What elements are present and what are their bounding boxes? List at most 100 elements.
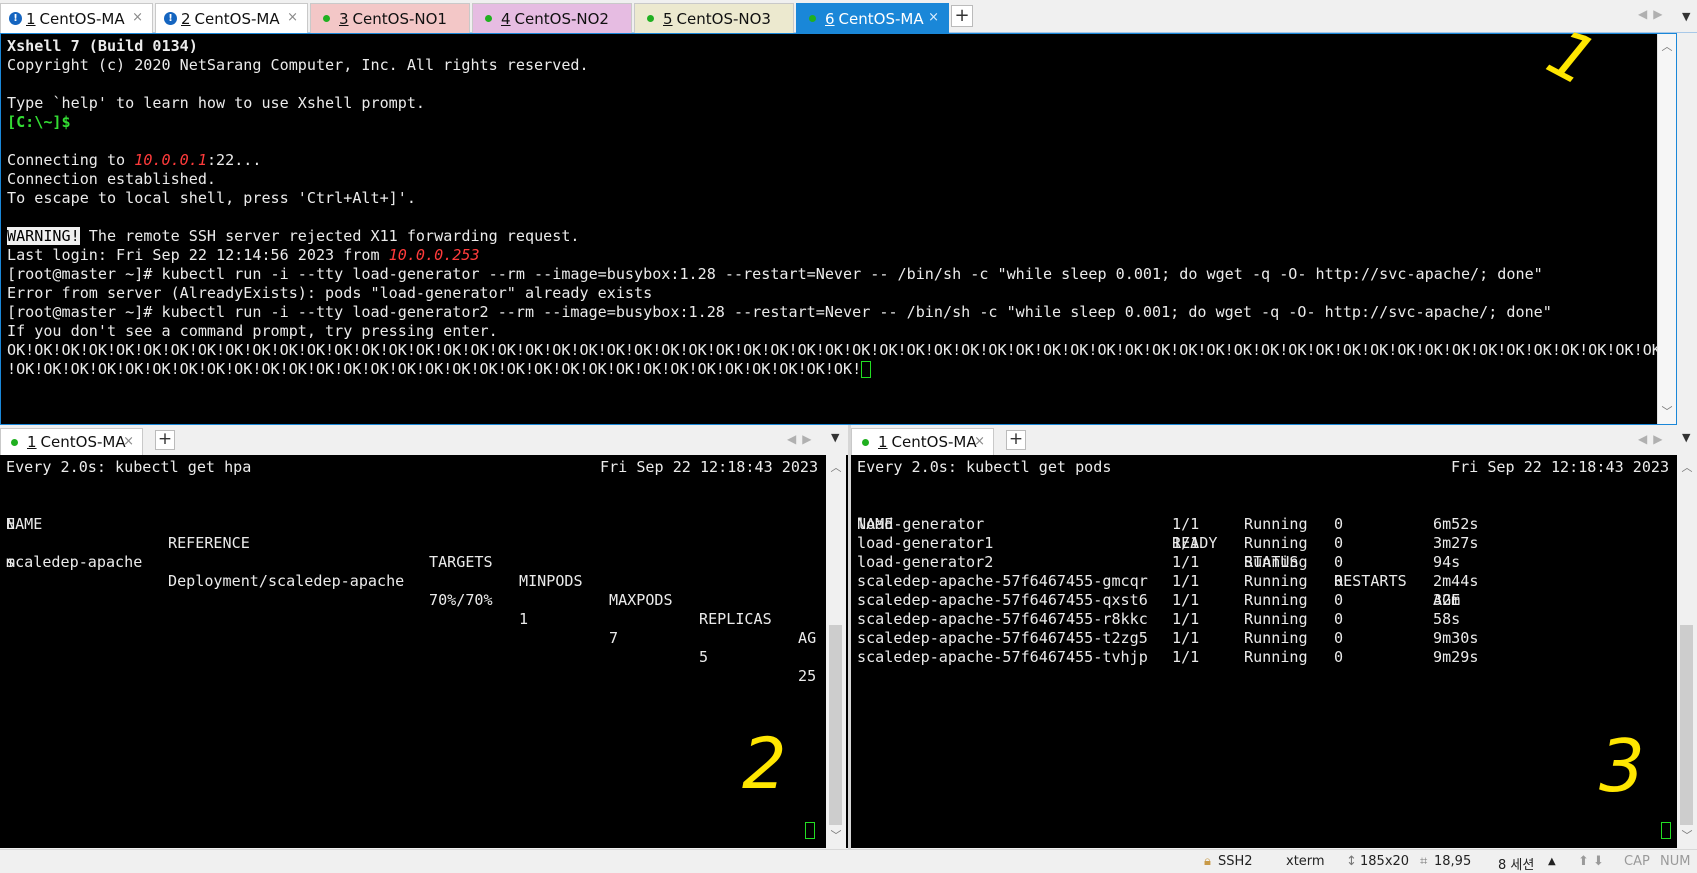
status-protocol: SSH2 xyxy=(1218,854,1253,869)
terminal-main[interactable]: Xshell 7 (Build 0134) Copyright (c) 2020… xyxy=(0,14,1677,425)
tab-number: 1 xyxy=(26,9,36,28)
status-cursor-position: 18,95 xyxy=(1434,854,1472,869)
xshell-version: Xshell 7 (Build 0134) xyxy=(7,37,198,55)
tab-number: 5 xyxy=(663,9,673,28)
new-tab-button[interactable]: + xyxy=(951,5,973,27)
scroll-thumb[interactable] xyxy=(1680,625,1693,825)
session-tab-bar: ! 1 CentOS-MA × ! 2 CentOS-MA × 3 CentOS… xyxy=(0,0,1697,33)
hint-line: If you don't see a command prompt, try p… xyxy=(7,322,498,340)
tab-label: CentOS-NO1 xyxy=(352,9,447,28)
session-tab-4[interactable]: 4 CentOS-NO2 xyxy=(472,3,632,33)
terminal-output: Every 2.0s: kubectl get hpa Fri Sep 22 12… xyxy=(6,458,819,685)
tab-list-dropdown-icon[interactable]: ▼ xyxy=(1682,10,1690,23)
tab-label: CentOS-MA xyxy=(40,433,126,451)
scroll-down-icon[interactable]: ﹀ xyxy=(826,826,846,845)
close-icon[interactable]: × xyxy=(287,10,298,25)
session-nav-arrows-icon[interactable]: ⬆ ⬇ xyxy=(1578,854,1604,869)
pane2-scrollbar[interactable]: ︿ ﹀ xyxy=(826,455,846,848)
session-tab-1[interactable]: ! 1 CentOS-MA × xyxy=(0,3,153,33)
connected-dot-icon xyxy=(323,15,330,22)
scroll-thumb[interactable] xyxy=(829,625,842,825)
connected-dot-icon xyxy=(485,15,492,22)
pane2-session-tab[interactable]: 1 CentOS-MA × xyxy=(0,428,143,455)
new-tab-button[interactable]: + xyxy=(155,430,175,450)
scroll-up-icon[interactable]: ︿ xyxy=(826,458,846,477)
warning-tag: WARNING! xyxy=(7,227,80,245)
close-icon[interactable]: × xyxy=(132,10,143,25)
last-login-line: Last login: Fri Sep 22 12:14:56 2023 fro… xyxy=(7,246,480,264)
annotation-2: 2 xyxy=(742,723,787,805)
pod-row: load-generator1 1/1 Running 0 3m27s xyxy=(857,534,1479,552)
watch-header: Every 2.0s: kubectl get hpa Fri Sep 22 12… xyxy=(6,458,819,476)
command-line-1: [root@master ~]# kubectl run -i --tty lo… xyxy=(7,265,1543,283)
terminal-hpa[interactable]: Every 2.0s: kubectl get hpa Fri Sep 22 12… xyxy=(0,455,848,848)
pane3-tab-bar: 1 CentOS-MA × + ◀▶ ▼ xyxy=(851,425,1697,455)
tab-label: CentOS-NO2 xyxy=(514,9,609,28)
pod-row: scaledep-apache-57f6467455-t2zg5 1/1 Runni… xyxy=(857,629,1479,647)
session-tab-5[interactable]: 5 CentOS-NO3 xyxy=(634,3,794,33)
tab-scroll-arrows-icon[interactable]: ◀▶ xyxy=(787,432,817,446)
connecting-line: Connecting to 10.0.0.1:22... xyxy=(7,151,262,169)
pane3-scrollbar[interactable]: ︿ ﹀ xyxy=(1677,455,1697,848)
status-caps-lock: CAP xyxy=(1624,854,1650,869)
tab-label: CentOS-MA xyxy=(39,9,125,28)
session-tab-3[interactable]: 3 CentOS-NO1 xyxy=(310,3,470,33)
annotation-3: 3 xyxy=(1599,724,1645,808)
command-line-2: [root@master ~]# kubectl run -i --tty lo… xyxy=(7,303,1552,321)
terminal-output: Xshell 7 (Build 0134) Copyright (c) 2020… xyxy=(7,37,1672,379)
scroll-up-icon[interactable]: ︿ xyxy=(1658,37,1676,56)
session-tab-6-active[interactable]: 6 CentOS-MA × xyxy=(796,3,949,33)
scroll-up-icon[interactable]: ︿ xyxy=(1677,458,1697,477)
error-line: Error from server (AlreadyExists): pods … xyxy=(7,284,653,302)
session-tab-2[interactable]: ! 2 CentOS-MA × xyxy=(155,3,308,33)
cursor-position-icon: ⌗ xyxy=(1420,854,1428,869)
tab-label: CentOS-MA xyxy=(838,9,924,28)
escape-line: To escape to local shell, press 'Ctrl+Al… xyxy=(7,189,416,207)
pod-row: scaledep-apache-57f6467455-qxst6 1/1 Runni… xyxy=(857,591,1461,609)
tab-scroll-arrows-icon[interactable]: ◀▶ xyxy=(1638,432,1668,446)
terminal-pods[interactable]: Every 2.0s: kubectl get pods Fri Sep 22 1… xyxy=(851,455,1697,848)
close-icon[interactable]: × xyxy=(928,10,939,25)
terminal-main-scrollbar[interactable]: ︿ ﹀ xyxy=(1657,34,1676,424)
warning-line: WARNING! The remote SSH server rejected … xyxy=(7,227,580,245)
help-line: Type `help' to learn how to use Xshell p… xyxy=(7,94,426,112)
ok-output-2: !OK!OK!OK!OK!OK!OK!OK!OK!OK!OK!OK!OK!OK!… xyxy=(7,360,1672,379)
tab-number: 6 xyxy=(825,9,835,28)
hpa-header-row: NAME REFERENCE TARGETS MINPODS MAXPODS R… xyxy=(6,515,817,647)
pod-row: load-generator2 1/1 Running 0 94s xyxy=(857,553,1461,571)
status-sessions[interactable]: 8 세션 xyxy=(1498,854,1534,873)
alert-icon: ! xyxy=(164,12,177,25)
connected-dot-icon xyxy=(647,15,654,22)
close-icon[interactable]: × xyxy=(974,434,985,449)
login-ip: 10.0.0.253 xyxy=(388,246,480,264)
tab-label: CentOS-NO3 xyxy=(676,9,771,28)
status-size: 185x20 xyxy=(1360,854,1410,869)
pod-row: scaledep-apache-57f6467455-r8kkc 1/1 Runni… xyxy=(857,610,1461,628)
watch-header: Every 2.0s: kubectl get pods Fri Sep 22 1… xyxy=(857,458,1670,476)
tab-label: CentOS-MA xyxy=(194,9,280,28)
sessions-dropdown-icon[interactable]: ▲ xyxy=(1548,856,1556,867)
tab-list-dropdown-icon[interactable]: ▼ xyxy=(1682,431,1690,444)
tab-number: 1 xyxy=(878,433,888,451)
ok-output-1: OK!OK!OK!OK!OK!OK!OK!OK!OK!OK!OK!OK!OK!O… xyxy=(7,341,1672,359)
close-icon[interactable]: × xyxy=(123,434,134,449)
new-tab-button[interactable]: + xyxy=(1006,430,1026,450)
scroll-down-icon[interactable]: ﹀ xyxy=(1677,826,1697,845)
pane3-session-tab[interactable]: 1 CentOS-MA × xyxy=(851,428,994,455)
tab-number: 4 xyxy=(501,9,511,28)
status-terminal-type: xterm xyxy=(1286,854,1325,869)
hpa-row: scaledep-apache Deployment/scaledep-apac… xyxy=(6,553,817,685)
host-ip: 10.0.0.1 xyxy=(134,151,207,169)
size-icon: ↕ xyxy=(1346,854,1357,869)
alert-icon: ! xyxy=(9,12,22,25)
tab-list-dropdown-icon[interactable]: ▼ xyxy=(831,431,839,444)
scroll-down-icon[interactable]: ﹀ xyxy=(1658,402,1676,421)
status-bar: 🔒︎ SSH2 xterm ↕ 185x20 ⌗ 18,95 8 세션 ▲ ⬆ … xyxy=(0,849,1697,873)
tab-label: CentOS-MA xyxy=(891,433,977,451)
tab-scroll-arrows-icon[interactable]: ◀▶ xyxy=(1638,7,1668,21)
cursor-icon xyxy=(861,361,872,378)
pod-row: scaledep-apache-57f6467455-gmcqr 1/1 Runni… xyxy=(857,572,1479,590)
